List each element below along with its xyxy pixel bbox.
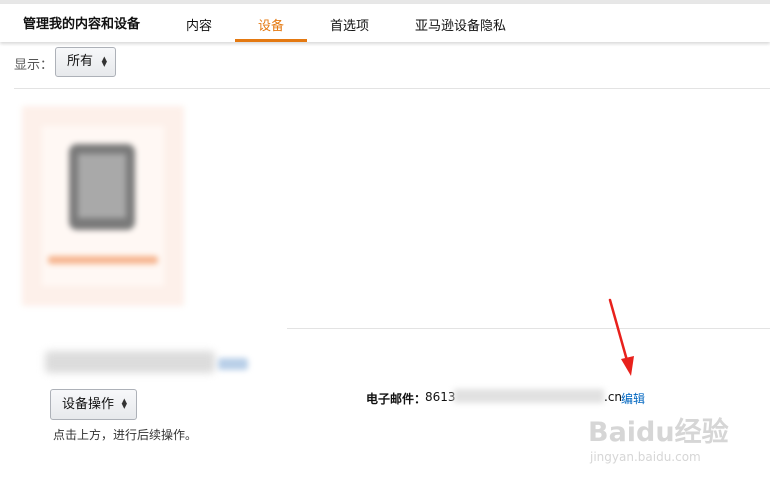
annotation-arrow-icon bbox=[608, 298, 634, 376]
sort-caret-icon: ▲ ▼ bbox=[101, 54, 107, 68]
tab-preferences[interactable]: 首选项 bbox=[330, 15, 369, 34]
device-actions-hint: 点击上方，进行后续操作。 bbox=[53, 428, 198, 442]
watermark-main: Baidu经验 bbox=[588, 417, 729, 448]
email-suffix: .cn bbox=[604, 390, 623, 404]
tab-device-privacy[interactable]: 亚马逊设备隐私 bbox=[415, 15, 506, 34]
watermark-sub: jingyan.baidu.com bbox=[590, 450, 701, 464]
sort-caret-icon: ▲ ▼ bbox=[121, 396, 127, 410]
filter-selected-value: 所有 bbox=[67, 54, 94, 69]
tab-devices[interactable]: 设备 bbox=[258, 15, 284, 34]
device-name-redacted bbox=[48, 256, 158, 264]
email-redacted bbox=[454, 389, 604, 403]
active-tab-indicator bbox=[235, 39, 307, 42]
header-nav: 管理我的内容和设备 内容 设备 首选项 亚马逊设备隐私 bbox=[0, 4, 770, 42]
edit-email-link[interactable]: 编辑 bbox=[621, 390, 645, 407]
tab-content[interactable]: 内容 bbox=[186, 15, 212, 34]
divider bbox=[14, 88, 770, 89]
email-label: 电子邮件： bbox=[366, 392, 427, 406]
filter-label: 显示： bbox=[14, 58, 54, 73]
device-card[interactable] bbox=[22, 106, 184, 306]
device-screen bbox=[78, 154, 126, 218]
baidu-watermark: Baidu经验 jingyan.baidu.com bbox=[588, 410, 738, 470]
device-link-redacted[interactable] bbox=[218, 358, 248, 370]
email-prefix: 8613 bbox=[425, 390, 456, 404]
divider bbox=[287, 328, 770, 329]
page-title: 管理我的内容和设备 bbox=[23, 17, 141, 32]
device-actions-button[interactable]: 设备操作 ▲ ▼ bbox=[50, 389, 137, 420]
device-account-redacted bbox=[45, 351, 215, 373]
device-actions-label: 设备操作 bbox=[62, 397, 115, 412]
device-image bbox=[69, 144, 135, 230]
filter-dropdown[interactable]: 所有 ▲ ▼ bbox=[55, 47, 116, 77]
